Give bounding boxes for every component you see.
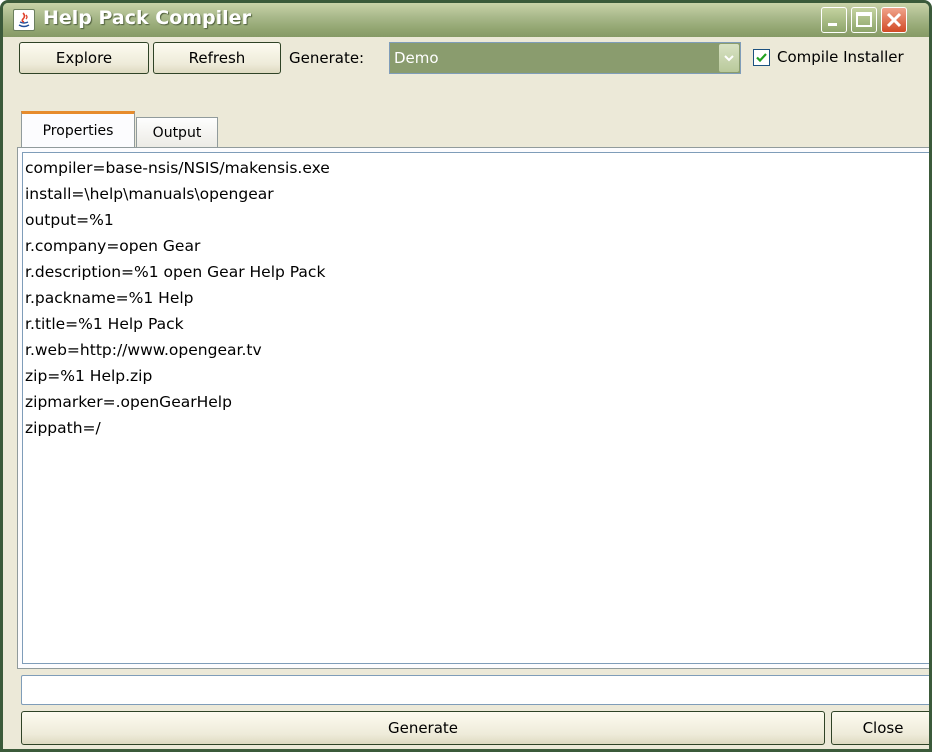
tab-output[interactable]: Output <box>136 117 218 147</box>
compile-installer-label[interactable]: Compile Installer <box>777 48 904 66</box>
property-line: r.company=open Gear <box>25 237 201 255</box>
property-line: compiler=base-nsis/NSIS/makensis.exe <box>25 159 330 177</box>
property-line: output=%1 <box>25 211 114 229</box>
property-line: r.title=%1 Help Pack <box>25 315 184 333</box>
property-line: r.description=%1 open Gear Help Pack <box>25 263 326 281</box>
property-line: r.packname=%1 Help <box>25 289 194 307</box>
generate-select[interactable]: Demo <box>389 42 741 74</box>
maximize-button[interactable] <box>851 7 877 33</box>
tab-properties[interactable]: Properties <box>21 111 135 147</box>
chevron-down-icon[interactable] <box>719 44 739 72</box>
property-line: zip=%1 Help.zip <box>25 367 153 385</box>
explore-button[interactable]: Explore <box>19 42 149 74</box>
tab-bar: Properties Output <box>3 109 929 149</box>
title-bar[interactable]: Help Pack Compiler <box>3 3 929 37</box>
properties-text-area[interactable]: compiler=base-nsis/NSIS/makensis.exe ins… <box>22 152 929 664</box>
minimize-button[interactable] <box>821 7 847 33</box>
generate-select-value: Demo <box>394 49 439 67</box>
app-window: Help Pack Compiler Explore Refresh Gener… <box>0 0 932 752</box>
generate-button[interactable]: Generate <box>21 711 825 745</box>
status-field[interactable] <box>21 675 929 705</box>
java-app-icon <box>13 9 35 31</box>
window-title: Help Pack Compiler <box>43 7 251 29</box>
refresh-button[interactable]: Refresh <box>153 42 281 74</box>
property-line: install=\help\manuals\opengear <box>25 185 274 203</box>
toolbar: Explore Refresh Generate: Demo Compile I… <box>3 37 929 77</box>
close-button[interactable]: Close <box>831 711 929 745</box>
property-line: r.web=http://www.opengear.tv <box>25 341 262 359</box>
compile-installer-checkbox[interactable] <box>753 49 770 66</box>
property-line: zippath=/ <box>25 419 101 437</box>
generate-label: Generate: <box>289 49 365 67</box>
close-window-button[interactable] <box>881 7 907 33</box>
property-line: zipmarker=.openGearHelp <box>25 393 232 411</box>
tab-content-panel: compiler=base-nsis/NSIS/makensis.exe ins… <box>17 147 929 669</box>
